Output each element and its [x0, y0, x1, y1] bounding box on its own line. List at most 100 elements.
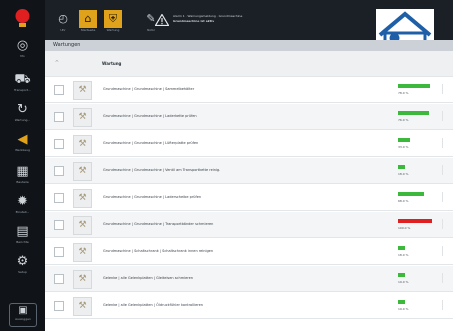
row-checkbox[interactable] [54, 247, 64, 257]
table-row[interactable]: ⚒ Grundmaschine | Grundmaschine | Transpo… [45, 212, 453, 238]
row-progress-value: 18.0 % [398, 253, 409, 257]
logout-button[interactable]: ▣ Ausloggen [9, 303, 37, 327]
row-checkbox[interactable] [54, 274, 64, 284]
sidebar-item-lamp[interactable] [6, 6, 39, 36]
sidebar-item-label: Transport... [14, 88, 31, 92]
row-progress-fill [398, 246, 405, 250]
sidebar-item-label: Werkzeug [15, 148, 30, 152]
table-row[interactable]: ⚒ Grundmaschine | Grundmaschine | Ladersc… [45, 185, 453, 211]
tool-thumbnail-icon: ⚒ [73, 216, 92, 235]
tool-thumbnail-icon: ⚒ [73, 135, 92, 154]
row-progress-value: 78.0 % [398, 91, 409, 95]
panel-header: Wartungen [45, 40, 453, 51]
row-progress-bar [398, 273, 432, 277]
row-drag-handle[interactable] [442, 165, 449, 175]
row-checkbox[interactable] [54, 166, 64, 176]
row-progress-bar [398, 84, 432, 88]
row-drag-handle[interactable] [442, 219, 449, 229]
lightbulb-icon [15, 9, 30, 27]
row-progress-fill [398, 84, 430, 88]
sidebar-item-label: Mo [20, 54, 25, 58]
sidebar-item-label: Bauteile [16, 180, 29, 184]
sidebar-item-label: Setup [18, 270, 27, 274]
row-progress-bar [398, 300, 432, 304]
table-row[interactable]: ⚒ Grundmaschine | Schaltschrank | Schalts… [45, 239, 453, 265]
row-drag-handle[interactable] [442, 273, 449, 283]
home-button[interactable]: ⌂ Startseite [78, 10, 98, 36]
home-icon: ⌂ [79, 10, 97, 28]
sidebar-item-parts[interactable]: ▦ Bauteile [6, 164, 39, 194]
table-row[interactable]: ⚒ Grundmaschine | Grundmaschine | Lüfterp… [45, 131, 453, 157]
grid-icon: ▦ [16, 164, 29, 179]
row-maintenance-text: Grundmaschine | Grundmaschine | Laderket… [103, 114, 197, 118]
toolbar-button-label: Startseite [80, 28, 96, 32]
stopwatch-button[interactable]: ◴ Uhr [53, 10, 73, 36]
row-drag-handle[interactable] [442, 111, 449, 121]
row-progress-value: 19.0 % [398, 280, 409, 284]
gear-icon: ✹ [17, 194, 28, 209]
table-row[interactable]: ⚒ Gelenke | alle Gelenkplatten | Gleiteis… [45, 266, 453, 292]
warning-triangle-icon [155, 14, 169, 26]
sidebar-item-tools[interactable]: ◀ Werkzeug [6, 132, 39, 162]
table-row[interactable]: ⚒ Grundmaschine | Grundmaschine | Ventil … [45, 158, 453, 184]
row-progress-value: 19.0 % [398, 307, 409, 311]
sort-chevron-icon[interactable]: ⌃ [54, 59, 62, 67]
row-checkbox[interactable] [54, 85, 64, 95]
sidebar-item-target[interactable]: ◎ Mo [6, 38, 39, 68]
table-row[interactable]: ⚒ Grundmaschine | Grundmaschine | Laderke… [45, 104, 453, 130]
row-progress-value: 18.0 % [398, 172, 409, 176]
column-header-maintenance[interactable]: Wartung [102, 61, 121, 66]
sidebar-item-label: Wartung... [14, 118, 31, 122]
refresh-icon: ↻ [17, 102, 28, 117]
target-icon: ◎ [16, 38, 29, 53]
row-maintenance-text: Gelenke | alle Gelenkplatten | Öldruckfü… [103, 303, 203, 307]
row-maintenance-text: Gelenke | alle Gelenkplatten | Gleiteise… [103, 276, 193, 280]
sidebar-item-settings[interactable]: ✹ Einstell... [6, 194, 39, 224]
sidebar-item-reports[interactable]: ▤ Berichte [6, 224, 39, 254]
sidebar-item-transport[interactable]: ⛟ Transport... [6, 72, 39, 102]
table-header-row: ⌃ Wartung [45, 51, 453, 77]
tag-icon: ◀ [17, 132, 28, 147]
row-drag-handle[interactable] [442, 84, 449, 94]
row-progress-value: 100.0 % [398, 226, 411, 230]
sidebar-item-label: Berichte [16, 240, 29, 244]
document-icon: ▤ [16, 224, 29, 239]
row-drag-handle[interactable] [442, 192, 449, 202]
row-drag-handle[interactable] [442, 138, 449, 148]
tool-thumbnail-icon: ⚒ [73, 297, 92, 316]
tool-thumbnail-icon: ⚒ [73, 81, 92, 100]
truck-icon: ⛟ [14, 72, 31, 87]
row-maintenance-text: Grundmaschine | Grundmaschine | Sammelbe… [103, 87, 195, 91]
row-progress-fill [398, 138, 410, 142]
row-progress-fill [398, 273, 405, 277]
row-progress-fill [398, 111, 429, 115]
row-checkbox[interactable] [54, 301, 64, 311]
row-progress-value: 33.0 % [398, 145, 409, 149]
row-maintenance-text: Grundmaschine | Schaltschrank | Schaltsc… [103, 249, 214, 253]
row-drag-handle[interactable] [442, 300, 449, 310]
row-progress-bar [398, 246, 432, 250]
row-checkbox[interactable] [54, 193, 64, 203]
row-maintenance-text: Grundmaschine | Grundmaschine | Transpor… [103, 222, 214, 226]
row-progress-fill [398, 192, 424, 196]
table-row[interactable]: ⚒ Grundmaschine | Grundmaschine | Sammelb… [45, 77, 453, 103]
shield-button[interactable]: ⛨ Wartung [103, 10, 123, 36]
row-drag-handle[interactable] [442, 246, 449, 256]
row-progress-fill [398, 300, 405, 304]
row-progress-value: 76.0 % [398, 118, 409, 122]
row-progress-bar [398, 111, 432, 115]
row-progress-fill [398, 219, 432, 223]
sidebar-item-setup[interactable]: ⚙ Setup [6, 254, 39, 284]
row-checkbox[interactable] [54, 220, 64, 230]
tool-thumbnail-icon: ⚒ [73, 243, 92, 262]
settings-icon: ⚙ [16, 254, 29, 269]
row-progress-bar [398, 138, 432, 142]
tool-case-icon: ▣ [18, 305, 28, 316]
row-checkbox[interactable] [54, 112, 64, 122]
row-checkbox[interactable] [54, 139, 64, 149]
maintenance-table: ⌃ Wartung ⚒ Grundmaschine | Grundmaschine… [45, 51, 453, 331]
row-maintenance-text: Grundmaschine | Grundmaschine | Ladersch… [103, 195, 202, 199]
table-row[interactable]: ⚒ Gelenke | alle Gelenkplatten | Öldruckf… [45, 293, 453, 319]
stopwatch-icon: ◴ [58, 12, 68, 25]
sidebar-item-maintenance[interactable]: ↻ Wartung... [6, 102, 39, 132]
